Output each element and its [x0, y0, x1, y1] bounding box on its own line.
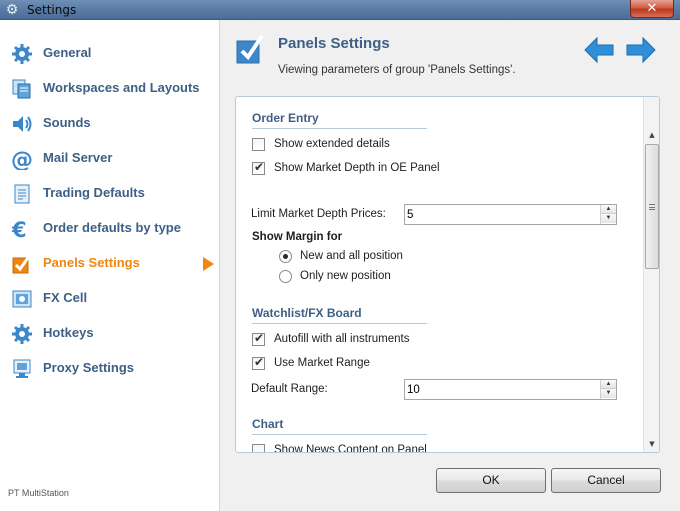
limit-market-depth-stepper[interactable]: ▲ ▼ [404, 204, 617, 225]
scroll-down-button[interactable]: ▼ [644, 436, 659, 452]
sidebar-item-order-defaults[interactable]: € Order defaults by type [0, 214, 220, 244]
sidebar-item-workspaces[interactable]: Workspaces and Layouts [0, 74, 220, 104]
section-title-order-entry: Order Entry [252, 111, 319, 125]
use-market-range-checkbox[interactable]: ✔ [252, 355, 265, 370]
stepper-up-button[interactable]: ▲ [601, 205, 616, 214]
forward-arrow-icon[interactable] [625, 36, 657, 64]
app-name-footer: PT MultiStation [8, 488, 69, 498]
sidebar-item-label: Sounds [43, 115, 91, 130]
svg-text:€: € [11, 218, 27, 240]
settings-panel: Order Entry Show extended details ✔ Show… [235, 96, 660, 453]
scroll-grip-icon [649, 204, 655, 210]
checkbox-label: Autofill with all instruments [274, 333, 410, 345]
settings-gear-icon: ⚙ [5, 2, 19, 18]
checkbox-label: Show News Content on Panel [274, 444, 427, 453]
sidebar-item-label: Panels Settings [43, 255, 140, 270]
radio-label: New and all position [300, 250, 403, 262]
sidebar-item-panels-settings[interactable]: Panels Settings [0, 249, 220, 279]
document-icon [14, 184, 30, 204]
settings-scroll-area: Order Entry Show extended details ✔ Show… [236, 97, 644, 453]
speaker-icon [13, 116, 32, 132]
sidebar-item-label: Workspaces and Layouts [43, 80, 200, 95]
scroll-thumb[interactable] [645, 144, 659, 269]
show-news-content-checkbox[interactable] [252, 444, 265, 452]
show-extended-details-checkbox[interactable] [252, 138, 265, 151]
checkmark-icon: ✔ [254, 355, 265, 369]
margin-new-and-all-radio[interactable] [279, 250, 292, 263]
sidebar-item-hotkeys[interactable]: Hotkeys [0, 319, 220, 349]
title-bar: ⚙ Settings ✕ [0, 0, 680, 20]
stepper-down-button[interactable]: ▼ [601, 214, 616, 223]
svg-text:@: @ [11, 148, 33, 170]
proxy-icon [13, 359, 31, 378]
checkmark-icon: ✔ [254, 160, 265, 174]
page-subtitle: Viewing parameters of group 'Panels Sett… [278, 64, 516, 76]
vertical-scrollbar[interactable]: ▲ ▼ [643, 97, 659, 452]
cancel-button[interactable]: Cancel [551, 468, 661, 493]
stepper-buttons: ▲ ▼ [600, 205, 616, 224]
panels-settings-checkmark-icon [236, 34, 264, 64]
gear-icon [12, 44, 32, 64]
back-arrow-icon[interactable] [583, 36, 615, 64]
margin-only-new-radio[interactable] [279, 270, 292, 283]
checkbox-label: Show Market Depth in OE Panel [274, 162, 440, 174]
limit-market-depth-label: Limit Market Depth Prices: [251, 208, 386, 220]
close-button[interactable]: ✕ [630, 0, 674, 18]
fx-cell-icon [12, 290, 32, 308]
default-range-input[interactable] [407, 382, 597, 397]
section-title-watchlist: Watchlist/FX Board [252, 306, 362, 320]
sidebar-item-label: Order defaults by type [43, 220, 181, 235]
section-title-chart: Chart [252, 417, 284, 431]
section-divider [252, 323, 427, 324]
sidebar: General Workspaces and Layouts Sounds @ … [0, 20, 220, 511]
hotkeys-gear-icon [12, 324, 32, 344]
sidebar-item-label: FX Cell [43, 290, 88, 305]
checkbox-label: Use Market Range [274, 357, 370, 369]
autofill-checkbox[interactable]: ✔ [252, 331, 265, 346]
sidebar-item-label: Hotkeys [43, 325, 94, 340]
active-item-arrow-icon [203, 257, 214, 271]
sidebar-item-trading-defaults[interactable]: Trading Defaults [0, 179, 220, 209]
sidebar-item-label: General [43, 45, 92, 60]
radio-label: Only new position [300, 270, 391, 282]
section-divider [252, 128, 427, 129]
settings-window: General Workspaces and Layouts Sounds @ … [0, 20, 680, 511]
show-margin-heading: Show Margin for [252, 231, 343, 243]
sidebar-item-label: Proxy Settings [43, 360, 135, 375]
sidebar-item-proxy-settings[interactable]: Proxy Settings [0, 354, 220, 384]
sidebar-item-sounds[interactable]: Sounds [0, 109, 220, 139]
sidebar-item-general[interactable]: General [0, 39, 220, 69]
default-range-stepper[interactable]: ▲ ▼ [404, 379, 617, 400]
sidebar-item-label: Mail Server [43, 150, 113, 165]
stepper-buttons: ▲ ▼ [600, 380, 616, 399]
at-sign-icon: @ [11, 148, 33, 170]
window-title: Settings [27, 3, 77, 17]
ok-button[interactable]: OK [436, 468, 546, 493]
sidebar-item-label: Trading Defaults [43, 185, 145, 200]
page-title: Panels Settings [278, 35, 390, 52]
radio-selected-dot [283, 254, 288, 259]
section-divider [252, 434, 427, 435]
euro-icon: € [11, 218, 27, 240]
stepper-down-button[interactable]: ▼ [601, 389, 616, 398]
sidebar-item-fx-cell[interactable]: FX Cell [0, 284, 220, 314]
checkmark-icon: ✔ [254, 331, 265, 345]
sidebar-item-mail-server[interactable]: @ Mail Server [0, 144, 220, 174]
checkbox-label: Show extended details [274, 138, 390, 150]
limit-market-depth-input[interactable] [407, 207, 597, 222]
stepper-up-button[interactable]: ▲ [601, 380, 616, 389]
checkmark-icon [12, 254, 32, 274]
default-range-label: Default Range: [251, 383, 328, 395]
scroll-up-button[interactable]: ▲ [644, 127, 659, 143]
show-market-depth-checkbox[interactable]: ✔ [252, 160, 265, 175]
workspaces-icon [12, 79, 31, 99]
